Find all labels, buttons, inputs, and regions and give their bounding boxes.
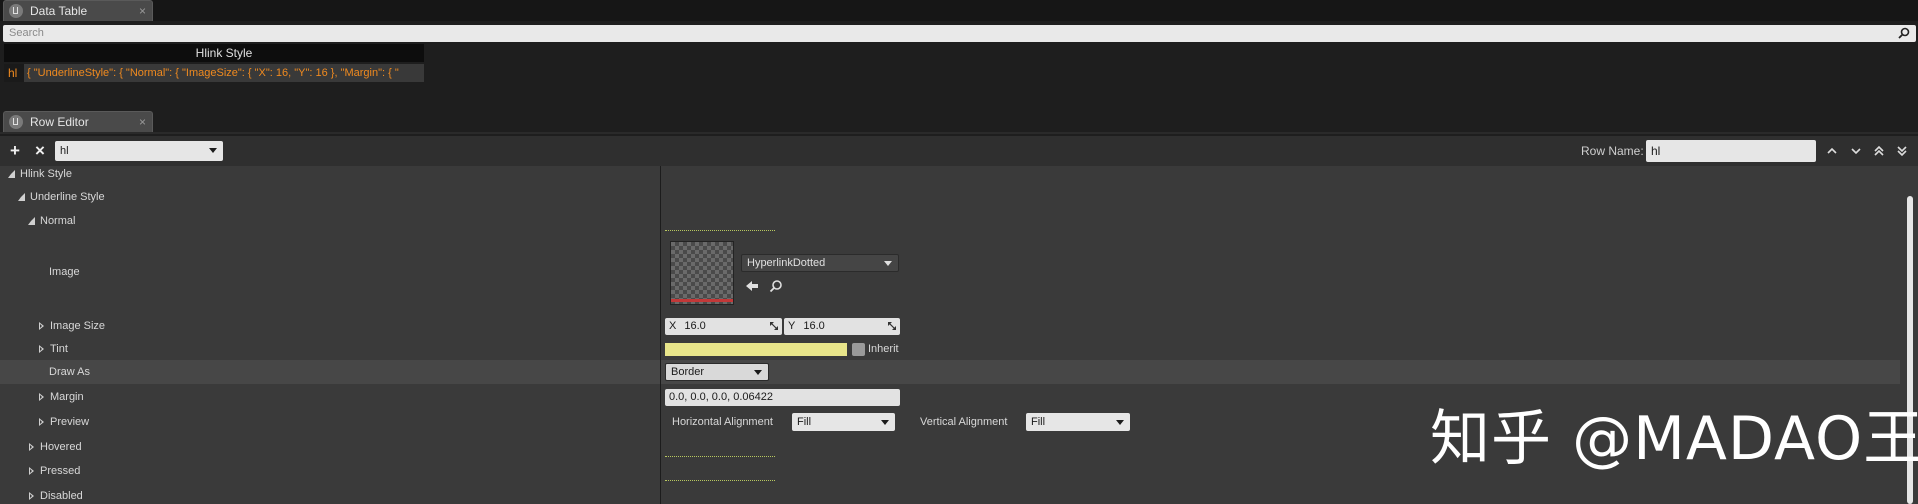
search-input[interactable]: Search [3, 25, 1916, 42]
tab-row-editor[interactable]: Row Editor × [3, 111, 153, 132]
tree-label: Disabled [40, 490, 83, 502]
tree-item-underline-style[interactable]: Underline Style [18, 191, 105, 203]
tree-item-hlink-style[interactable]: Hlink Style [8, 168, 72, 180]
horizontal-alignment-label: Horizontal Alignment [672, 416, 773, 428]
collapsed-icon [29, 443, 34, 452]
chevron-down-icon[interactable] [1850, 145, 1862, 157]
tree-label: Margin [50, 391, 84, 403]
row-name-input[interactable]: hl [1646, 140, 1816, 162]
chevron-down-icon [881, 420, 889, 425]
add-row-button[interactable]: + [7, 142, 23, 159]
watermark-text: 知乎 @MADAO王 [1430, 404, 1918, 474]
tree-item-tint[interactable]: Tint [39, 343, 68, 355]
collapsed-icon [39, 418, 44, 427]
image-asset-dropdown[interactable]: HyperlinkDotted [741, 254, 899, 272]
image-thumbnail[interactable] [670, 241, 734, 305]
horizontal-alignment-value: Fill [797, 416, 812, 428]
table-column-header[interactable]: Hlink Style [24, 44, 424, 62]
inherit-label: Inherit [868, 343, 899, 355]
tab-row-editor-label: Row Editor [30, 115, 89, 129]
draw-as-row-highlight [0, 360, 1900, 384]
tree-item-preview[interactable]: Preview [39, 416, 89, 428]
thumbnail-underline [671, 299, 733, 302]
table-header-corner [4, 44, 24, 62]
tree-label: Hovered [40, 441, 82, 453]
tree-item-image-size[interactable]: Image Size [39, 320, 105, 332]
expanded-icon [28, 217, 35, 226]
browse-search-icon[interactable] [769, 279, 783, 293]
close-icon[interactable]: × [139, 115, 146, 129]
chevron-up-icon[interactable] [1826, 145, 1838, 157]
expanded-icon [8, 170, 15, 179]
collapsed-icon [29, 492, 34, 501]
collapsed-icon [39, 322, 44, 331]
panel-divider [0, 132, 1918, 134]
draw-as-dropdown[interactable]: Border [665, 363, 769, 381]
expanded-icon [18, 193, 25, 202]
image-size-y-field[interactable]: Y 16.0 [784, 318, 900, 335]
tab-data-table-label: Data Table [30, 4, 88, 18]
row-select-value: hl [60, 145, 69, 157]
resize-icon [888, 322, 896, 330]
row-name-label: Row Name: [1581, 144, 1644, 158]
tree-label: Preview [50, 416, 90, 428]
tree-item-margin[interactable]: Margin [39, 391, 84, 403]
table-row-name: hl [4, 64, 24, 82]
axis-x-label: X [669, 320, 677, 332]
horizontal-alignment-dropdown[interactable]: Fill [792, 413, 895, 431]
tint-color-swatch[interactable] [665, 343, 847, 356]
chevron-down-icon [1116, 420, 1124, 425]
collapsed-icon [39, 345, 44, 354]
tree-item-hovered[interactable]: Hovered [29, 441, 82, 453]
double-chevron-up-icon[interactable] [1873, 145, 1885, 157]
chevron-down-icon [884, 261, 892, 266]
dotted-separator [665, 230, 775, 231]
tree-item-pressed[interactable]: Pressed [29, 465, 80, 477]
data-table-tabbar: Data Table × [0, 0, 1918, 21]
dotted-separator [665, 456, 775, 457]
chevron-down-icon [754, 370, 762, 375]
row-select-dropdown[interactable]: hl [55, 141, 223, 161]
size-x-value: 16.0 [684, 320, 706, 332]
row-editor-tabbar: Row Editor × [0, 111, 1918, 132]
axis-y-label: Y [788, 320, 796, 332]
vertical-alignment-dropdown[interactable]: Fill [1026, 413, 1130, 431]
tab-icon [9, 115, 23, 129]
tree-item-normal[interactable]: Normal [28, 215, 75, 227]
image-asset-value: HyperlinkDotted [747, 257, 826, 269]
double-chevron-down-icon[interactable] [1896, 145, 1908, 157]
vertical-alignment-label: Vertical Alignment [920, 416, 1008, 428]
tab-icon [9, 4, 23, 18]
image-size-x-field[interactable]: X 16.0 [665, 318, 782, 335]
table-row-value: { "UnderlineStyle": { "Normal": { "Image… [24, 64, 424, 82]
collapsed-icon [39, 393, 44, 402]
margin-field[interactable]: 0.0, 0.0, 0.0, 0.06422 [665, 389, 900, 406]
tree-label: Pressed [40, 465, 81, 477]
use-selected-arrow-icon[interactable] [745, 279, 759, 293]
property-image-label: Image [49, 266, 80, 278]
size-y-value: 16.0 [803, 320, 825, 332]
table-row[interactable]: hl { "UnderlineStyle": { "Normal": { "Im… [4, 64, 424, 82]
tree-label: Normal [40, 215, 76, 227]
dotted-separator [665, 480, 775, 481]
collapsed-icon [29, 467, 34, 476]
search-placeholder: Search [9, 27, 44, 39]
tree-item-disabled[interactable]: Disabled [29, 490, 83, 502]
tree-label: Hlink Style [20, 168, 72, 180]
tree-label: Image Size [50, 320, 106, 332]
resize-icon [770, 322, 778, 330]
vertical-alignment-value: Fill [1031, 416, 1046, 428]
search-icon[interactable] [1898, 27, 1910, 39]
draw-as-value: Border [671, 366, 705, 378]
column-splitter[interactable] [660, 166, 661, 504]
remove-row-button[interactable]: × [32, 142, 48, 159]
close-icon[interactable]: × [139, 4, 146, 18]
tree-label: Underline Style [30, 191, 105, 203]
row-editor-toolbar: + × hl Row Name: hl [0, 136, 1918, 166]
property-draw-as-label: Draw As [49, 366, 90, 378]
inherit-checkbox[interactable] [852, 343, 865, 356]
tree-label: Tint [50, 343, 68, 355]
tab-data-table[interactable]: Data Table × [3, 0, 153, 21]
chevron-down-icon [209, 148, 217, 153]
